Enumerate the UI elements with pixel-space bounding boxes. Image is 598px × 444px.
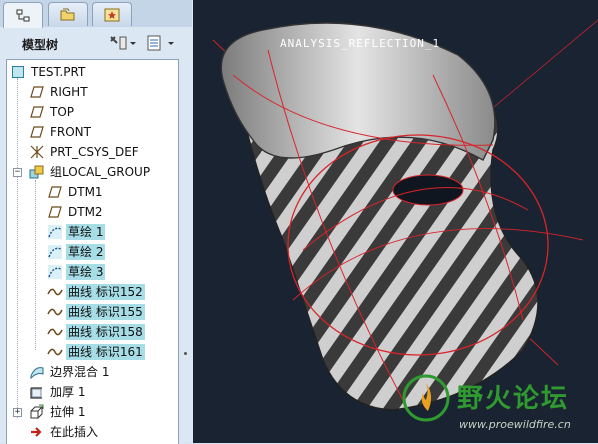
tree-item-sketch-2[interactable]: 草绘 2: [47, 242, 106, 262]
tab-favorites[interactable]: [92, 2, 132, 26]
tree-item-prt-csys-def[interactable]: PRT_CSYS_DEF: [29, 142, 141, 162]
group-collapse-toggle[interactable]: −: [13, 168, 22, 177]
graphics-viewport[interactable]: ANALYSIS_REFLECTION_1 野火论坛 www.proewildf…: [193, 0, 598, 443]
model-tree-toolbar: 模型树: [0, 27, 192, 59]
model-tree: TEST.PRT RIGHT TOP FRONT PRT_CSYS_DEF − …: [6, 59, 179, 444]
group-icon: [29, 164, 45, 180]
extrude-icon: [29, 404, 45, 420]
csys-icon: [29, 144, 45, 160]
tree-item-sketch-1[interactable]: 草绘 1: [47, 222, 106, 242]
tree-icon: [16, 9, 30, 21]
settings-tool-button[interactable]: [108, 34, 136, 52]
tree-item-top[interactable]: TOP: [29, 102, 76, 122]
model-tree-panel: 模型树 TEST.PRT RIGHT TOP FRONT PRT_CSYS_DE…: [0, 0, 194, 444]
tree-guide-line: [17, 78, 18, 418]
tab-folders[interactable]: [48, 2, 88, 26]
star-icon: [104, 8, 120, 21]
tree-item-curve-158[interactable]: 曲线 标识158: [47, 322, 145, 342]
reflection-analysis-model: [212, 19, 598, 411]
watermark-url: www.proewildfire.cn: [459, 418, 571, 431]
settings-tool-icon: [110, 36, 136, 50]
part-icon: [10, 64, 26, 80]
tree-filter-icon: [147, 35, 174, 51]
curve-icon: [47, 304, 63, 320]
tree-item-test-prt[interactable]: TEST.PRT: [10, 62, 87, 82]
tree-item-front[interactable]: FRONT: [29, 122, 93, 142]
splitter-grip[interactable]: [184, 352, 187, 355]
datum-plane-icon: [29, 84, 45, 100]
tab-model-tree[interactable]: [3, 2, 43, 28]
folder-icon: [60, 8, 75, 20]
tree-item-curve-155[interactable]: 曲线 标识155: [47, 302, 145, 322]
sketch-icon: [47, 244, 63, 260]
boundary-blend-icon: [29, 364, 45, 380]
tree-item-curve-152[interactable]: 曲线 标识152: [47, 282, 145, 302]
tree-item-boundary-blend-1[interactable]: 边界混合 1: [29, 362, 111, 382]
tree-filter-button[interactable]: [146, 34, 178, 52]
panel-title: 模型树: [22, 38, 59, 52]
analysis-label: ANALYSIS_REFLECTION_1: [280, 37, 441, 50]
tree-item-curve-161[interactable]: 曲线 标识161: [47, 342, 145, 362]
tree-item-insert-here[interactable]: 在此插入: [29, 422, 100, 442]
tree-item-right[interactable]: RIGHT: [29, 82, 90, 102]
tree-item-local-group[interactable]: 组LOCAL_GROUP: [29, 162, 152, 182]
panel-splitter[interactable]: [179, 59, 192, 443]
curve-icon: [47, 324, 63, 340]
watermark-flame-icon: [402, 374, 450, 422]
navigator-tab-bar: [0, 0, 192, 28]
datum-plane-icon: [47, 184, 63, 200]
tree-item-thicken-1[interactable]: 加厚 1: [29, 382, 87, 402]
datum-plane-icon: [29, 104, 45, 120]
tree-item-dtm2[interactable]: DTM2: [47, 202, 105, 222]
curve-icon: [47, 344, 63, 360]
curve-icon: [47, 284, 63, 300]
tree-item-sketch-3[interactable]: 草绘 3: [47, 262, 106, 282]
watermark-text: 野火论坛: [457, 384, 570, 414]
datum-plane-icon: [29, 124, 45, 140]
tree-item-dtm1[interactable]: DTM1: [47, 182, 105, 202]
tree-guide-line-group: [35, 180, 36, 350]
sketch-icon: [47, 224, 63, 240]
tree-item-extrude-1[interactable]: 拉伸 1: [29, 402, 87, 422]
thicken-icon: [29, 384, 45, 400]
extrude-expand-toggle[interactable]: +: [13, 408, 22, 417]
datum-plane-icon: [47, 204, 63, 220]
sketch-icon: [47, 264, 63, 280]
insert-here-arrow-icon: [29, 424, 45, 440]
